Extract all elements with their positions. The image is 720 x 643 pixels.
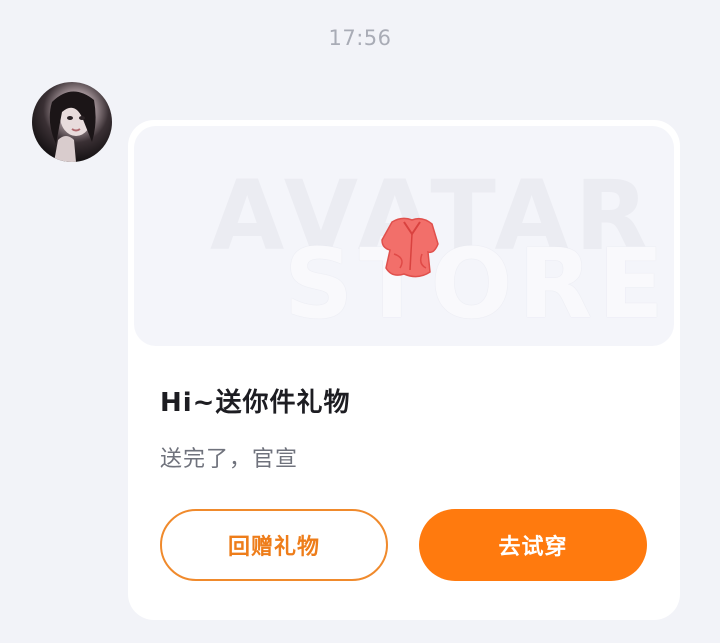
sender-avatar[interactable] — [32, 82, 112, 162]
try-on-button[interactable]: 去试穿 — [419, 509, 647, 581]
red-shirt-icon — [378, 214, 442, 280]
avatar-portrait-icon — [49, 91, 96, 162]
banner-watermark-store: STORE — [284, 228, 670, 340]
gift-card-subtitle: 送完了，官宣 — [160, 447, 299, 472]
gift-banner: AVATAR STORE — [134, 126, 674, 346]
gift-card-title: Hi~送你件礼物 — [160, 388, 351, 418]
message-timestamp: 17:56 — [328, 26, 392, 50]
gift-message-card[interactable]: AVATAR STORE Hi~送你件礼物 送完了，官宣 回赠礼物 去试穿 — [128, 120, 680, 620]
return-gift-button[interactable]: 回赠礼物 — [160, 509, 388, 581]
